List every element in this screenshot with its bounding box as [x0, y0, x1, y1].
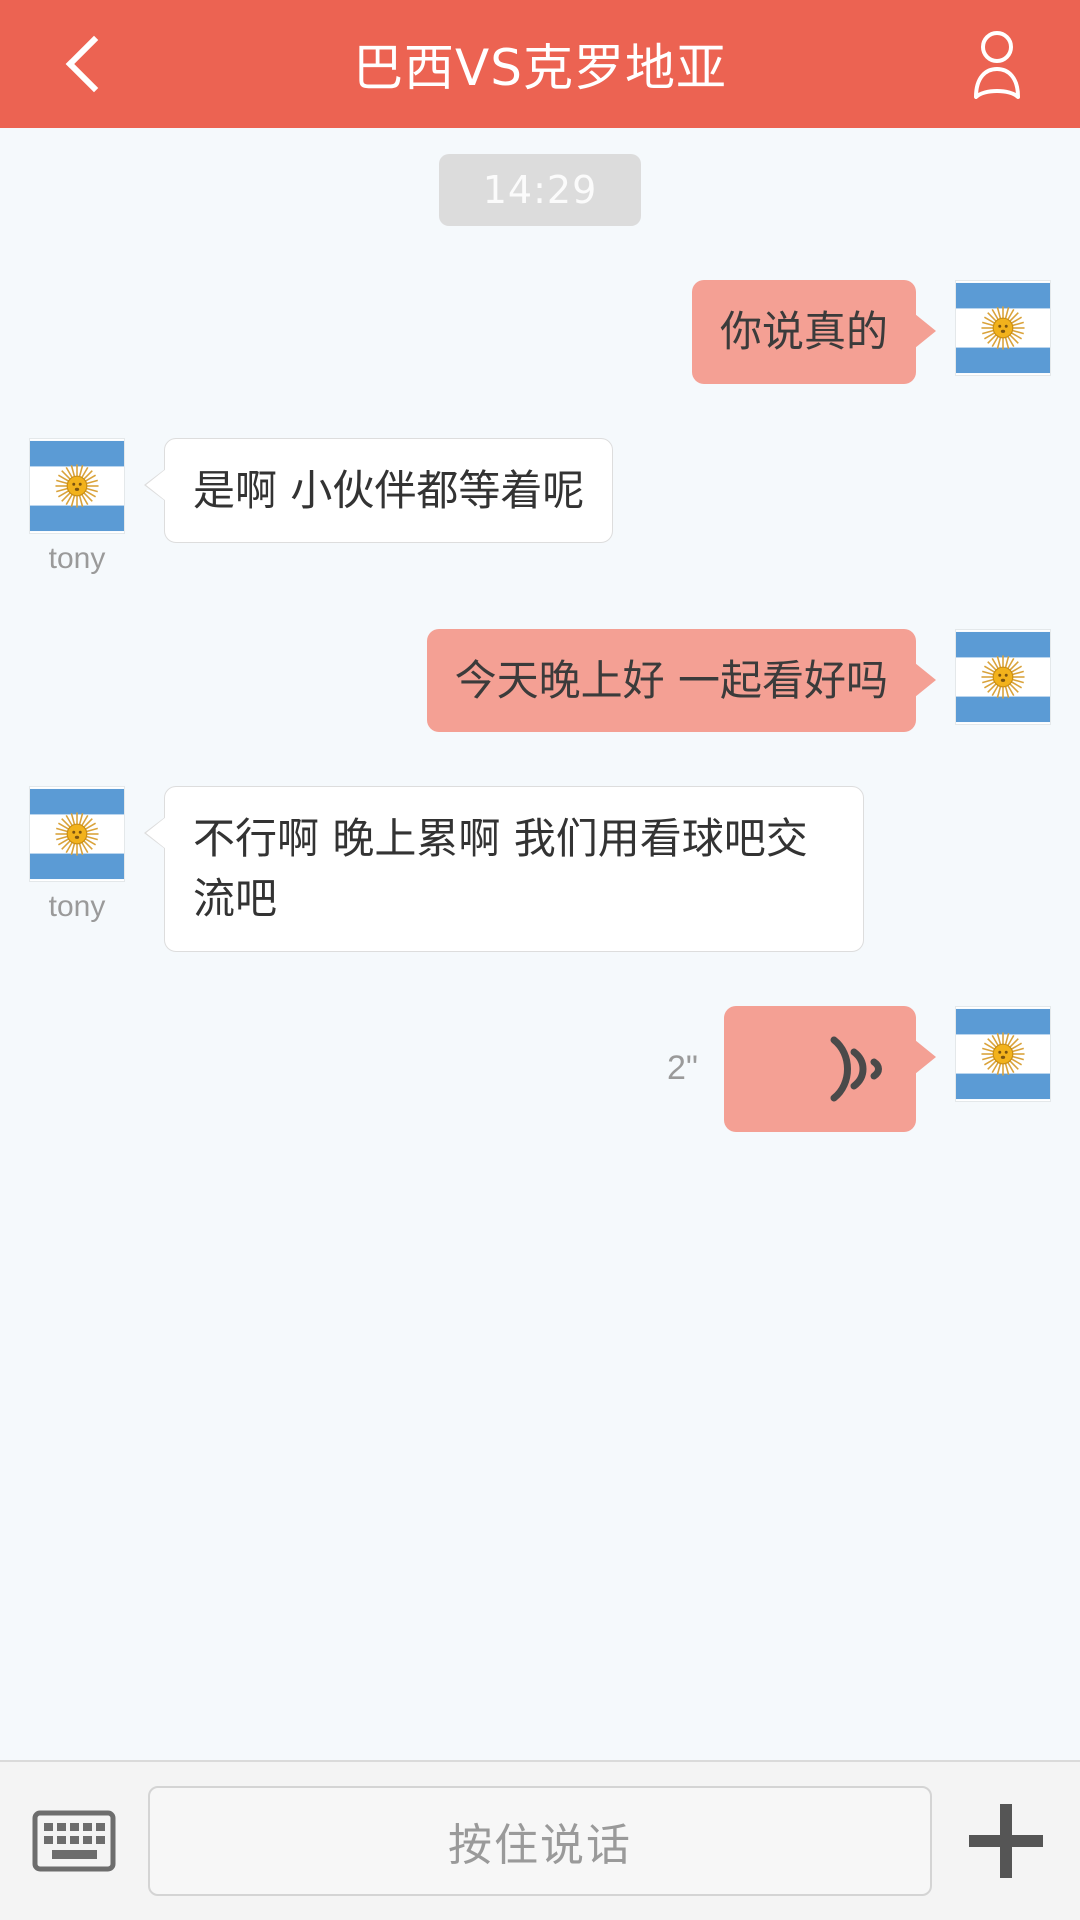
- argentina-flag-avatar[interactable]: [29, 786, 125, 883]
- message-bubble-outgoing[interactable]: 今天晚上好 一起看好吗: [426, 628, 937, 733]
- message-row: 2": [0, 1005, 1080, 1132]
- chat-screen: 巴西VS克罗地亚 14:29 你说真的 tony 是啊 小伙伴都等着呢 今天晚上…: [0, 0, 1080, 1920]
- profile-button[interactable]: [954, 19, 1040, 109]
- add-more-button[interactable]: [958, 1793, 1054, 1889]
- avatar-block: [946, 280, 1060, 376]
- message-bubble-incoming[interactable]: 不行啊 晚上累啊 我们用看球吧交流吧: [144, 786, 864, 952]
- avatar-block: [946, 1005, 1060, 1102]
- plus-icon: [969, 1804, 1043, 1878]
- back-button[interactable]: [40, 21, 126, 107]
- argentina-flag-avatar[interactable]: [955, 1005, 1051, 1102]
- page-title: 巴西VS克罗地亚: [353, 39, 727, 97]
- keyboard-toggle-button[interactable]: [26, 1793, 122, 1889]
- argentina-flag-avatar[interactable]: [955, 628, 1051, 725]
- timestamp-row: 14:29: [0, 154, 1080, 226]
- argentina-flag-avatar[interactable]: [955, 280, 1051, 376]
- sender-name: tony: [48, 541, 106, 575]
- timestamp-badge: 14:29: [438, 154, 642, 226]
- message-bubble-voice[interactable]: [724, 1005, 936, 1132]
- voice-message: 2": [667, 1005, 946, 1132]
- app-header: 巴西VS克罗地亚: [0, 0, 1080, 128]
- argentina-flag-avatar[interactable]: [29, 437, 125, 534]
- message-list[interactable]: 14:29 你说真的 tony 是啊 小伙伴都等着呢 今天晚上好 一起看好吗 t…: [0, 128, 1080, 1760]
- message-row: 今天晚上好 一起看好吗: [0, 628, 1080, 733]
- message-row: tony 不行啊 晚上累啊 我们用看球吧交流吧: [0, 786, 1080, 952]
- voice-duration: 2": [667, 1049, 698, 1087]
- sender-name: tony: [48, 890, 106, 924]
- keyboard-icon: [32, 1810, 116, 1872]
- avatar-block: [946, 628, 1060, 725]
- message-bubble-incoming[interactable]: 是啊 小伙伴都等着呢: [143, 437, 614, 544]
- sound-wave-icon: [830, 1036, 882, 1101]
- message-row: 你说真的: [0, 280, 1080, 384]
- message-bubble-outgoing[interactable]: 你说真的: [691, 280, 937, 384]
- avatar-block: tony: [20, 437, 134, 575]
- back-chevron-icon: [66, 36, 100, 92]
- input-toolbar: 按住说话: [0, 1760, 1080, 1920]
- hold-to-talk-button[interactable]: 按住说话: [148, 1786, 932, 1896]
- person-icon: [974, 31, 1020, 99]
- avatar-block: tony: [20, 786, 134, 923]
- message-row: tony 是啊 小伙伴都等着呢: [0, 437, 1080, 575]
